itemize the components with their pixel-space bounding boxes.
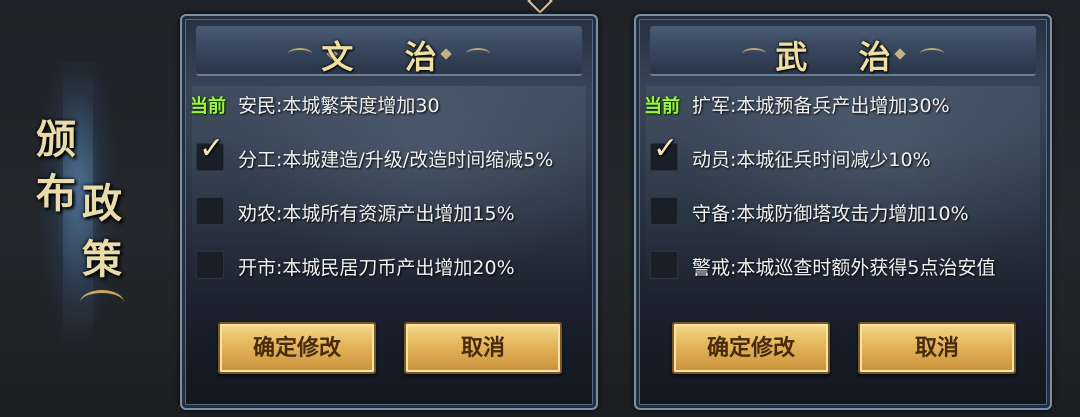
- policy-option-text: 分工:本城建造/升级/改造时间缩减5%: [238, 149, 554, 171]
- policy-option-text: 劝农:本城所有资源产出增加15%: [238, 203, 515, 225]
- civil-policy-panel: 文 治 当前 安民:本城繁荣度增加30 ✓ 分工:本城建造/升级/改造时间缩减5…: [180, 14, 598, 410]
- military-policy-panel: 武 治 当前 扩军:本城预备兵产出增加30% ✓ 动员:本城征兵时间减少10% …: [634, 14, 1052, 410]
- panel-title-bar: 武 治: [650, 26, 1036, 76]
- current-tag: 当前: [644, 96, 680, 117]
- banner-swirl-ornament: [80, 290, 124, 315]
- policy-option-row[interactable]: 开市:本城民居刀币产出增加20%: [182, 250, 596, 280]
- panel-title: 武 治: [775, 38, 911, 76]
- current-policy-row: 当前 安民:本城繁荣度增加30: [182, 88, 596, 118]
- policy-checkbox[interactable]: [196, 197, 224, 225]
- top-diamond-ornament: [527, 0, 553, 14]
- checkmark-icon: ✓: [199, 131, 225, 166]
- current-tag: 当前: [190, 96, 226, 117]
- policy-option-row[interactable]: 守备:本城防御塔攻击力增加10%: [636, 196, 1050, 226]
- policy-option-text: 警戒:本城巡查时额外获得5点治安值: [692, 257, 996, 279]
- policy-checkbox[interactable]: ✓: [650, 134, 678, 171]
- cancel-button[interactable]: 取消: [404, 322, 562, 374]
- policy-option-text: 守备:本城防御塔攻击力增加10%: [692, 203, 969, 225]
- banner-char-1: 颁: [36, 116, 76, 163]
- cancel-button[interactable]: 取消: [858, 322, 1016, 374]
- policy-option-row[interactable]: 警戒:本城巡查时额外获得5点治安值: [636, 250, 1050, 280]
- current-policy-text: 扩军:本城预备兵产出增加30%: [692, 95, 950, 117]
- confirm-change-button[interactable]: 确定修改: [218, 322, 376, 374]
- title-ornament-right: [466, 48, 490, 60]
- policy-checkbox[interactable]: [650, 251, 678, 279]
- policy-option-row[interactable]: ✓ 动员:本城征兵时间减少10%: [636, 134, 1050, 172]
- panel-title-bar: 文 治: [196, 26, 582, 76]
- current-policy-text: 安民:本城繁荣度增加30: [238, 95, 440, 117]
- banner-char-4: 策: [82, 236, 122, 283]
- title-ornament-right: [920, 48, 944, 60]
- current-policy-row: 当前 扩军:本城预备兵产出增加30%: [636, 88, 1050, 118]
- panel-title: 文 治: [321, 38, 457, 76]
- policy-checkbox[interactable]: ✓: [196, 134, 224, 171]
- policy-checkbox[interactable]: [196, 251, 224, 279]
- policy-banner: 颁 布 政 策: [28, 62, 128, 352]
- policy-checkbox[interactable]: [650, 197, 678, 225]
- policy-option-text: 开市:本城民居刀币产出增加20%: [238, 257, 515, 279]
- confirm-change-button[interactable]: 确定修改: [672, 322, 830, 374]
- checkmark-icon: ✓: [653, 131, 679, 166]
- policy-option-row[interactable]: 劝农:本城所有资源产出增加15%: [182, 196, 596, 226]
- banner-char-2: 布: [36, 170, 76, 217]
- policy-option-text: 动员:本城征兵时间减少10%: [692, 149, 931, 171]
- banner-char-3: 政: [82, 180, 122, 227]
- policy-option-row[interactable]: ✓ 分工:本城建造/升级/改造时间缩减5%: [182, 134, 596, 172]
